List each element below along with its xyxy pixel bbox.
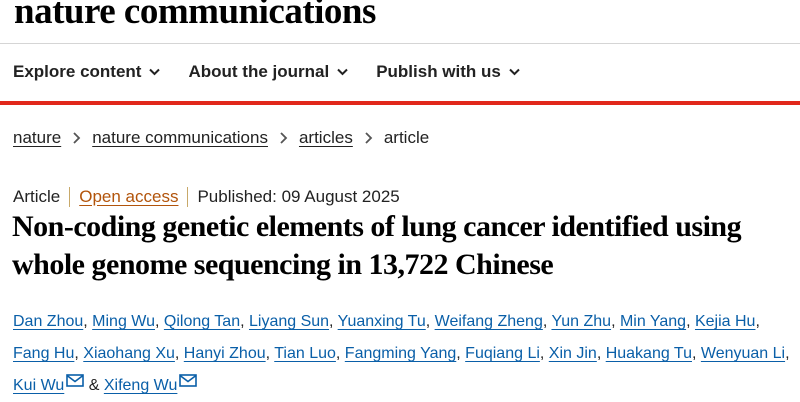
meta-divider — [69, 187, 71, 207]
author-link[interactable]: Kui Wu — [13, 377, 64, 394]
chevron-down-icon — [149, 68, 161, 76]
chevron-down-icon — [337, 68, 348, 76]
author-list: Dan Zhou, Ming Wu, Qilong Tan, Liyang Su… — [13, 313, 790, 394]
author-link[interactable]: Hanyi Zhou — [184, 345, 266, 362]
breadcrumb-nature-communications[interactable]: nature communications — [92, 128, 268, 148]
author-link[interactable]: Qilong Tan — [164, 313, 240, 330]
chevron-right-icon — [73, 132, 81, 144]
nav-publish-with-us[interactable]: Publish with us — [376, 62, 520, 82]
nav-label: Publish with us — [376, 62, 501, 81]
header-divider — [0, 43, 800, 44]
chevron-down-icon — [509, 68, 520, 76]
breadcrumb-articles[interactable]: articles — [299, 128, 353, 148]
email-icon[interactable] — [179, 374, 198, 387]
chevron-right-icon — [280, 132, 288, 144]
accent-bar — [0, 101, 800, 105]
author-link[interactable]: Yun Zhu — [551, 313, 611, 330]
author-link[interactable]: Kejia Hu — [695, 313, 755, 330]
author-link[interactable]: Min Yang — [620, 313, 686, 330]
chevron-right-icon — [365, 132, 373, 144]
article-type: Article — [13, 187, 61, 206]
author-link[interactable]: Xiaohang Xu — [83, 345, 175, 362]
published-date: Published: 09 August 2025 — [197, 187, 400, 206]
author-link[interactable]: Fang Hu — [13, 345, 74, 362]
author-link[interactable]: Yuanxing Tu — [338, 313, 426, 330]
nav-label: Explore content — [13, 62, 142, 81]
email-icon[interactable] — [66, 374, 85, 387]
breadcrumb: nature nature communications articles ar… — [13, 128, 429, 148]
author-link[interactable]: Xifeng Wu — [104, 377, 178, 394]
meta-divider — [187, 187, 189, 207]
author-link[interactable]: Weifang Zheng — [435, 313, 543, 330]
author-link[interactable]: Huakang Tu — [606, 345, 692, 362]
journal-logo[interactable]: nature communications — [14, 0, 376, 33]
author-link[interactable]: Ming Wu — [92, 313, 155, 330]
author-connector: & — [88, 377, 100, 394]
author-link[interactable]: Fuqiang Li — [465, 345, 540, 362]
nav-explore-content[interactable]: Explore content — [13, 62, 161, 82]
author-link[interactable]: Dan Zhou — [13, 313, 83, 330]
main-nav: Explore content About the journal Publis… — [13, 62, 520, 82]
breadcrumb-nature[interactable]: nature — [13, 128, 61, 148]
author-link[interactable]: Liyang Sun — [249, 313, 329, 330]
nav-about-the-journal[interactable]: About the journal — [188, 62, 348, 82]
author-link[interactable]: Fangming Yang — [345, 345, 456, 362]
article-title: Non-coding genetic elements of lung canc… — [12, 210, 742, 281]
breadcrumb-current: article — [383, 128, 430, 147]
author-link[interactable]: Xin Jin — [549, 345, 597, 362]
open-access-link[interactable]: Open access — [79, 187, 178, 207]
article-meta: Article Open access Published: 09 August… — [13, 187, 400, 207]
author-link[interactable]: Tian Luo — [274, 345, 336, 362]
nav-label: About the journal — [188, 62, 330, 81]
author-link[interactable]: Wenyuan Li — [701, 345, 785, 362]
